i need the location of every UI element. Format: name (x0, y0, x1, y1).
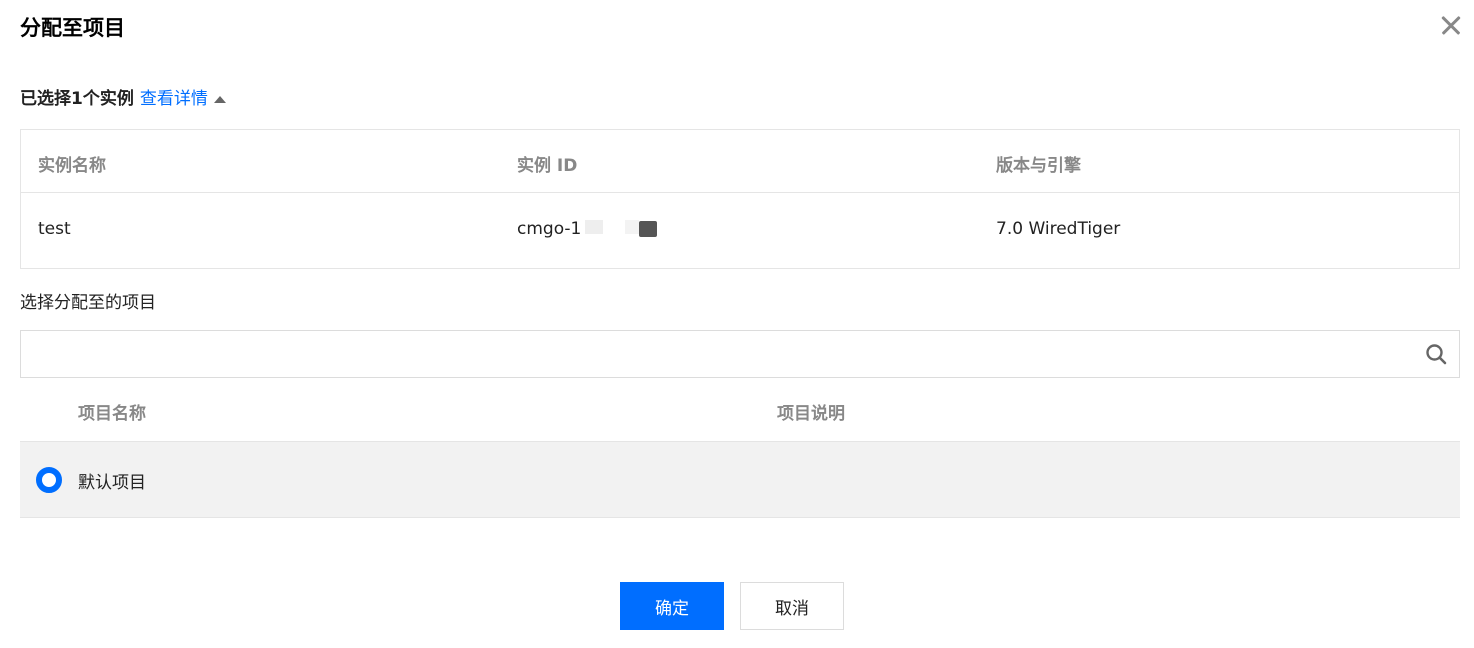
instance-table: 实例名称 实例 ID 版本与引擎 test cmgo-1 7.0 WiredTi… (20, 129, 1460, 269)
dialog-title: 分配至项目 (20, 16, 125, 40)
assign-project-label: 选择分配至的项目 (20, 293, 156, 313)
selection-summary-line: 已选择1个实例 查看详情 (20, 88, 226, 110)
view-details-label: 查看详情 (139, 89, 208, 109)
search-icon[interactable] (1425, 343, 1447, 365)
table-row: test cmgo-1 7.0 WiredTiger (21, 193, 1459, 268)
instance-table-header: 实例名称 实例 ID 版本与引擎 (21, 130, 1459, 193)
instance-id-cell: cmgo-1 (517, 219, 658, 239)
view-details-link[interactable]: 查看详情 (140, 88, 226, 110)
assign-project-dialog: 分配至项目 已选择1个实例 查看详情 实例名称 实例 ID 版本与引擎 test… (0, 0, 1474, 648)
column-header-project-description: 项目说明 (777, 404, 845, 424)
redacted-id-block (585, 219, 658, 239)
column-header-version-engine: 版本与引擎 (996, 156, 1081, 176)
column-header-instance-name: 实例名称 (38, 156, 106, 176)
project-table-header: 项目名称 项目说明 (20, 380, 1460, 442)
project-search-box (20, 330, 1460, 378)
column-header-project-name: 项目名称 (78, 404, 146, 424)
column-header-instance-id: 实例 ID (517, 156, 578, 176)
cancel-button[interactable]: 取消 (740, 582, 844, 630)
close-icon[interactable] (1438, 12, 1464, 38)
table-row[interactable]: 默认项目 (20, 442, 1460, 518)
caret-up-icon (213, 95, 226, 103)
selected-count-text: 已选择1个实例 (20, 89, 134, 109)
version-engine-cell: 7.0 WiredTiger (996, 219, 1121, 239)
confirm-button[interactable]: 确定 (620, 582, 724, 630)
project-search-input[interactable] (21, 331, 1401, 377)
radio-selected[interactable] (36, 467, 62, 493)
instance-id-text: cmgo-1 (517, 219, 582, 239)
instance-name-cell: test (38, 219, 71, 239)
project-name-cell: 默认项目 (78, 473, 146, 493)
